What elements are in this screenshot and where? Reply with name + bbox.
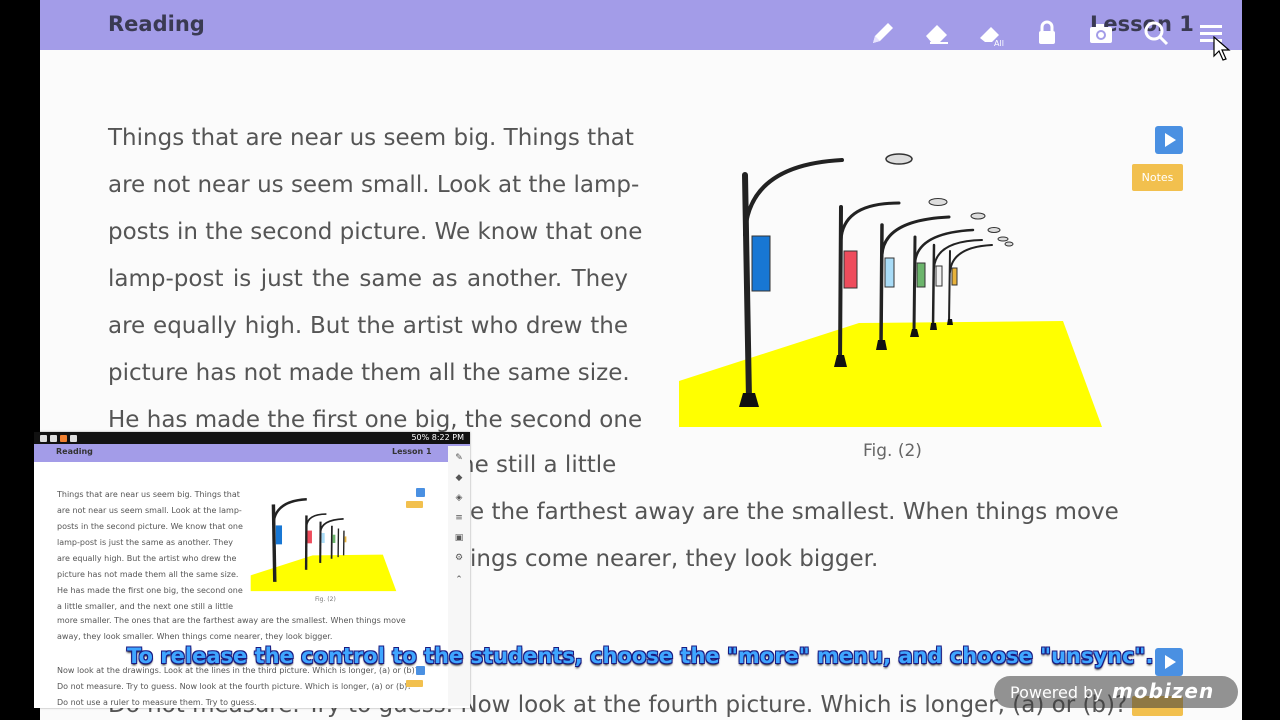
lamp-post-figure <box>679 153 1102 427</box>
audio-play-button[interactable] <box>1155 648 1183 676</box>
erase-all-icon[interactable]: ◈ <box>454 494 464 503</box>
passage-line: posts in the second picture. We know tha… <box>108 219 643 245</box>
notes-button[interactable]: Notes <box>1132 164 1183 191</box>
reading-passage: Things that are near us seem big. Things… <box>108 115 643 444</box>
search-icon[interactable] <box>1141 18 1171 48</box>
watermark-text: Powered by <box>1010 683 1103 702</box>
phone-passage-line: lamp-post is just the same as another. T… <box>57 538 233 547</box>
phone-passage-line: posts in the second picture. We know tha… <box>57 522 243 531</box>
pencil-icon[interactable]: ✎ <box>454 454 464 463</box>
menu-icon[interactable]: ≡ <box>454 514 464 523</box>
mobizen-watermark: Powered by mobizen <box>994 676 1238 708</box>
phone-top-toolbar: Reading Lesson 1 <box>34 444 470 462</box>
mouse-cursor-icon <box>1213 36 1231 61</box>
figure-caption: Fig. (2) <box>863 441 922 461</box>
passage-line: ne still a little <box>460 452 617 478</box>
pencil-icon[interactable] <box>868 18 898 48</box>
erase-all-icon[interactable]: All <box>977 18 1007 48</box>
passage-line: are equally high. But the artist who dre… <box>108 313 628 339</box>
gear-icon[interactable]: ⚙ <box>454 554 464 563</box>
phone-reading-passage: Things that are near us seem big. Things… <box>57 487 243 615</box>
lock-icon[interactable] <box>1032 18 1062 48</box>
phone-notes-button[interactable] <box>406 680 423 687</box>
phone-status-bar: 50% 8:22 PM <box>34 432 470 444</box>
image-icon[interactable]: ▣ <box>454 534 464 543</box>
clock: 8:22 PM <box>431 433 464 442</box>
svg-text:All: All <box>994 39 1004 48</box>
top-toolbar: Reading Lesson 1 All <box>40 0 1242 50</box>
passage-line: are not near us seem small. Look at the … <box>108 172 640 198</box>
phone-passage-line: are not near us seem small. Look at the … <box>57 506 242 515</box>
phone-passage-line: away, they look smaller. When things com… <box>57 632 333 641</box>
phone-passage-line: Do not measure. Try to guess. Now look a… <box>57 682 412 691</box>
phone-notes-button[interactable] <box>406 501 423 508</box>
phone-lamp-post-figure <box>250 498 397 592</box>
eraser-icon[interactable] <box>922 18 952 48</box>
phone-passage-line: Things that are near us seem big. Things… <box>57 490 240 499</box>
passage-line: picture has not made them all the same s… <box>108 360 630 386</box>
passage-line: ings come nearer, they look bigger. <box>470 546 879 572</box>
phone-passage-line: He has made the first one big, the secon… <box>57 586 243 595</box>
watermark-logo: mobizen <box>1112 679 1215 703</box>
phone-passage-line: more smaller. The ones that are the fart… <box>57 616 406 625</box>
phone-passage-line: Do not use a ruler to measure them. Try … <box>57 698 257 707</box>
phone-passage-line: are equally high. But the artist who dre… <box>57 554 237 563</box>
battery-level: 50% <box>411 433 430 442</box>
page-title: Reading <box>108 12 205 36</box>
camera-icon[interactable] <box>1086 18 1116 48</box>
phone-figure-caption: Fig. (2) <box>315 596 336 603</box>
video-subtitle: To release the control to the students, … <box>127 644 1154 668</box>
phone-passage-line: picture has not made them all the same s… <box>57 570 239 579</box>
eraser-icon[interactable]: ◆ <box>454 474 464 483</box>
passage-line: e the farthest away are the smallest. Wh… <box>470 499 1119 525</box>
phone-lesson-label: Lesson 1 <box>392 447 432 456</box>
chevron-up-icon[interactable]: ⌃ <box>454 576 464 585</box>
phone-audio-play-button[interactable] <box>416 488 425 497</box>
audio-play-button[interactable] <box>1155 126 1183 154</box>
passage-line: Things that are near us seem big. Things… <box>108 125 634 151</box>
phone-page-title: Reading <box>56 447 93 456</box>
passage-line: lamp-post is just the same as another. T… <box>108 266 628 292</box>
phone-passage-line: a little smaller, and the next one still… <box>57 602 233 611</box>
